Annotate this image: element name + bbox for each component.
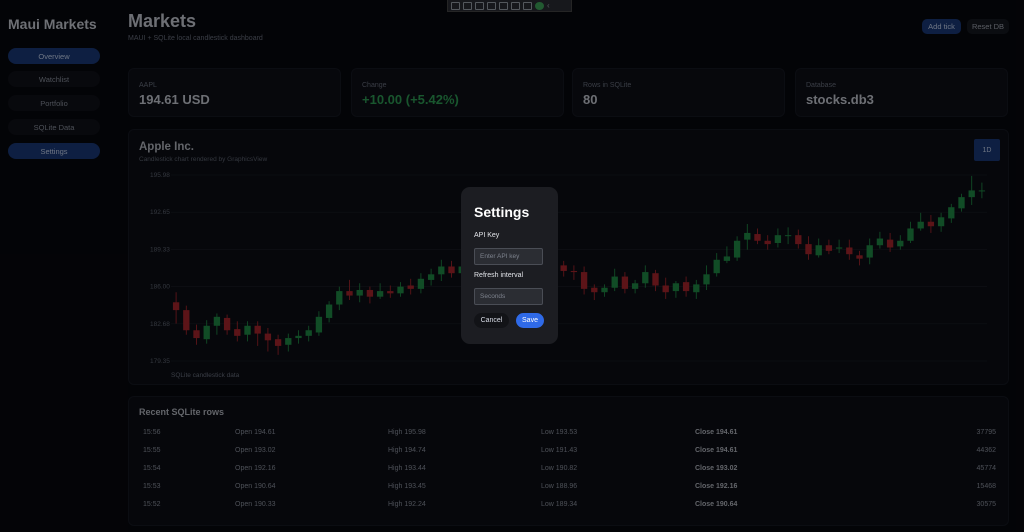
settings-dialog: Settings API Key Refresh interval Cancel… — [461, 187, 558, 344]
refresh-interval-input[interactable] — [474, 288, 543, 305]
save-button[interactable]: Save — [516, 313, 544, 328]
api-key-input[interactable] — [474, 248, 543, 265]
api-key-label: API Key — [474, 232, 500, 239]
refresh-interval-label: Refresh interval — [474, 272, 524, 279]
dialog-title: Settings — [474, 204, 530, 220]
cancel-button[interactable]: Cancel — [474, 313, 509, 328]
